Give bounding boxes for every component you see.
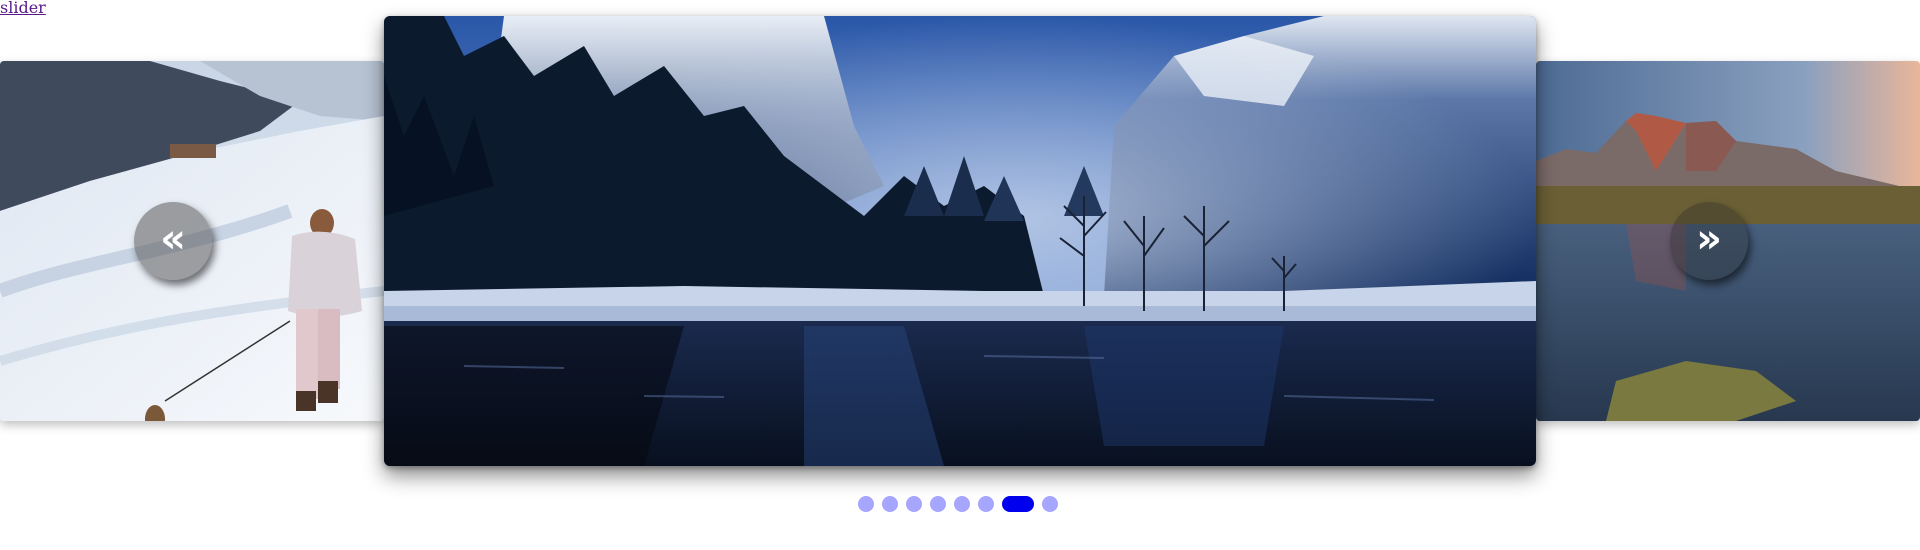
double-chevron-right-icon: »	[1696, 216, 1722, 262]
page: slider « »	[0, 0, 1920, 550]
pagination-dot[interactable]	[882, 496, 898, 512]
slider-link[interactable]: slider	[0, 0, 46, 16]
pagination-dot-active[interactable]	[1002, 496, 1034, 512]
pagination-dot[interactable]	[930, 496, 946, 512]
double-chevron-left-icon: «	[160, 216, 186, 262]
previous-slide-button[interactable]: «	[134, 202, 212, 280]
pagination-dot[interactable]	[978, 496, 994, 512]
pagination-dot[interactable]	[858, 496, 874, 512]
slide-active[interactable]	[384, 16, 1536, 466]
pagination-dot[interactable]	[1042, 496, 1058, 512]
river-landscape-image	[384, 16, 1536, 466]
next-slide-button[interactable]: »	[1670, 202, 1748, 280]
pagination-dot[interactable]	[954, 496, 970, 512]
pagination-dot[interactable]	[906, 496, 922, 512]
pagination-dots	[858, 495, 1058, 513]
